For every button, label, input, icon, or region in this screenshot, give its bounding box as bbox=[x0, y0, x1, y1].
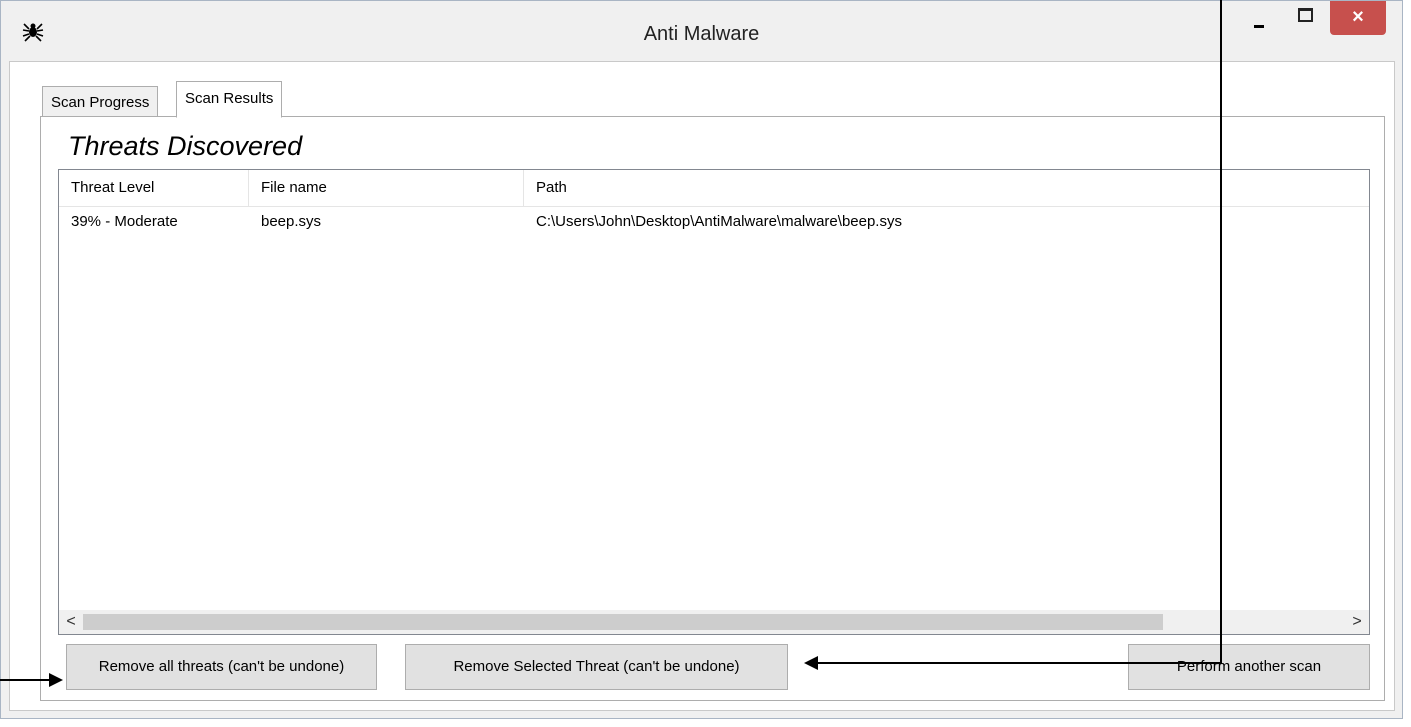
threat-level-cell: 39% - Moderate bbox=[71, 213, 178, 230]
threats-heading: Threats Discovered bbox=[68, 131, 303, 161]
annotation-arrowhead-right bbox=[804, 656, 818, 670]
horizontal-scrollbar[interactable]: < > bbox=[59, 610, 1369, 634]
column-header-file-name[interactable]: File name bbox=[249, 170, 524, 206]
client-area: Scan Progress Scan Results Threats Disco… bbox=[9, 61, 1395, 711]
scroll-left-icon[interactable]: < bbox=[59, 610, 83, 634]
minimize-button[interactable] bbox=[1243, 1, 1283, 39]
annotation-line-left bbox=[0, 679, 50, 681]
path-cell: C:\Users\John\Desktop\AntiMalware\malwar… bbox=[536, 213, 902, 230]
maximize-icon bbox=[1298, 8, 1313, 22]
annotation-line-horizontal bbox=[818, 662, 1222, 664]
tab-scan-progress[interactable]: Scan Progress bbox=[42, 86, 159, 117]
minimize-icon bbox=[1254, 25, 1264, 28]
scroll-thumb[interactable] bbox=[83, 614, 1163, 630]
tab-scan-results[interactable]: Scan Results bbox=[176, 81, 283, 118]
column-header-path[interactable]: Path bbox=[524, 170, 1369, 206]
scan-results-panel: Threats Discovered Threat Level File nam… bbox=[40, 116, 1385, 701]
list-header: Threat Level File name Path bbox=[59, 170, 1369, 207]
file-name-cell: beep.sys bbox=[261, 213, 322, 230]
window-title: Anti Malware bbox=[643, 23, 760, 45]
remove-selected-threat-button[interactable]: Remove Selected Threat (can't be undone) bbox=[405, 644, 788, 690]
table-row[interactable]: 39% - Moderate beep.sys C:\Users\John\De… bbox=[59, 206, 1369, 238]
annotation-arrowhead-left bbox=[49, 673, 63, 687]
perform-another-scan-button[interactable]: Perform another scan bbox=[1128, 644, 1370, 690]
remove-all-threats-button[interactable]: Remove all threats (can't be undone) bbox=[66, 644, 377, 690]
scroll-right-icon[interactable]: > bbox=[1345, 610, 1369, 634]
app-window: Anti Malware × Scan Progress Scan Result… bbox=[0, 0, 1403, 719]
annotation-line-vertical bbox=[1220, 0, 1222, 664]
maximize-button[interactable] bbox=[1285, 1, 1325, 39]
column-header-threat-level[interactable]: Threat Level bbox=[59, 170, 249, 206]
close-icon: × bbox=[1352, 6, 1364, 28]
title-bar[interactable]: Anti Malware × bbox=[1, 1, 1402, 61]
close-button[interactable]: × bbox=[1330, 1, 1386, 35]
threats-list[interactable]: Threat Level File name Path 39% - Modera… bbox=[58, 169, 1370, 635]
